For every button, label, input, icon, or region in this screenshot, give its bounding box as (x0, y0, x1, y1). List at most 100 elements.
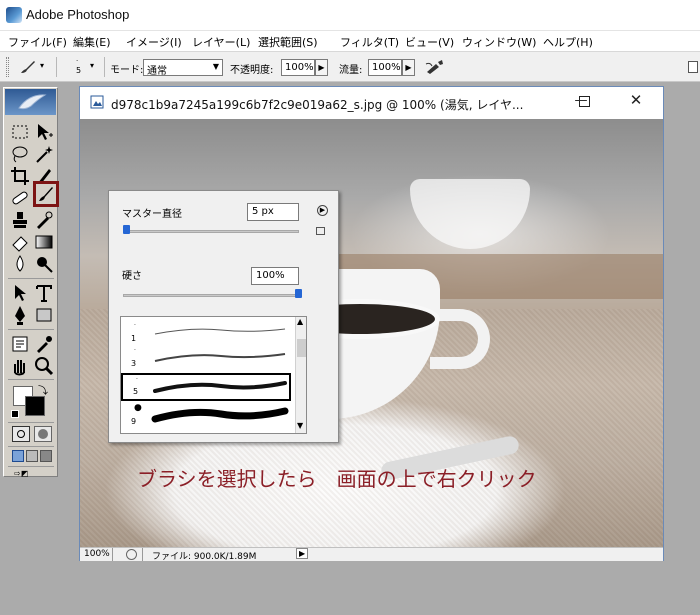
hardness-slider-track[interactable] (123, 294, 299, 297)
brush-tip-dot: · (136, 376, 138, 383)
brush-size-label: 5 (133, 387, 139, 396)
brush-preset-list: · 1 · 3 · 5 ● 9 ▲ ▼ (120, 316, 307, 434)
brush-size-label: 9 (131, 417, 137, 426)
brush-tip-dot: ● (134, 403, 142, 413)
flow-arrow-button[interactable]: ▶ (402, 59, 415, 76)
instruction-caption: ブラシを選択したら 画面の上で右クリック (137, 467, 537, 491)
app-title: Adobe Photoshop (26, 7, 130, 22)
title-bar: Adobe Photoshop (0, 0, 700, 31)
brush-size-label: 1 (131, 334, 137, 343)
scroll-down-arrow[interactable]: ▼ (297, 421, 303, 430)
full-screen-menu-mode-icon[interactable] (26, 450, 38, 462)
brush-picker-arrow[interactable]: ▾ (90, 61, 94, 70)
airbrush-icon[interactable] (424, 58, 446, 76)
scroll-up-arrow[interactable]: ▲ (297, 317, 303, 326)
standard-mode-icon[interactable] (12, 426, 30, 442)
hardness-label: 硬さ (122, 271, 142, 282)
toolbox: ⤵ ⇨◩ (3, 87, 59, 478)
hardness-input[interactable]: 100% (251, 267, 299, 285)
palette-well-icon[interactable] (688, 61, 698, 73)
notes-tool-icon[interactable] (9, 333, 31, 355)
menu-file[interactable]: ファイル(F) (8, 34, 67, 50)
diameter-slider-thumb[interactable] (123, 225, 130, 234)
eyedropper-tool-icon[interactable] (33, 333, 55, 355)
zoom-tool-icon[interactable] (33, 355, 55, 377)
maximize-button[interactable] (579, 96, 590, 107)
opacity-arrow-button[interactable]: ▶ (315, 59, 328, 76)
flow-input[interactable]: 100% (368, 59, 402, 76)
brush-tool-highlight (33, 181, 59, 207)
status-menu-arrow[interactable]: ▶ (296, 548, 309, 559)
mode-label: モード: (110, 65, 144, 76)
shape-tool-icon[interactable] (33, 304, 55, 326)
options-bar: ▾ · 5 ▾ モード: 通常 ▼ 不透明度: 100% ▶ 流量: 100% … (0, 52, 700, 82)
brush-preset-9[interactable]: ● 9 (121, 403, 291, 431)
brush-tool-preset-icon[interactable] (18, 58, 38, 76)
eraser-tool-icon[interactable] (9, 231, 31, 253)
type-tool-icon[interactable] (33, 282, 55, 304)
menu-edit[interactable]: 編集(E) (73, 34, 111, 50)
panel-menu-button[interactable]: ▶ (317, 205, 328, 216)
opacity-input[interactable]: 100% (281, 59, 315, 76)
photo-background-cup (410, 179, 530, 249)
lasso-tool-icon[interactable] (9, 143, 31, 165)
magic-wand-tool-icon[interactable] (33, 143, 55, 165)
flow-label: 流量: (339, 65, 363, 76)
jump-to-imageready-icon[interactable]: ⇨◩ (14, 469, 50, 478)
brush-preset-1[interactable]: · 1 (121, 320, 291, 348)
brush-list-scrollbar[interactable]: ▲ ▼ (295, 317, 306, 433)
brush-size-readout[interactable]: 5 (76, 66, 81, 75)
default-colors-icon[interactable] (11, 410, 19, 418)
image-document-icon (90, 95, 104, 109)
status-info-icon[interactable] (126, 549, 137, 560)
swap-colors-icon[interactable]: ⤵ (38, 382, 48, 397)
gradient-tool-icon[interactable] (33, 231, 55, 253)
dodge-tool-icon[interactable] (33, 253, 55, 275)
brush-size-dot: · (76, 57, 79, 65)
menu-window[interactable]: ウィンドウ(W) (462, 34, 536, 50)
marquee-tool-icon[interactable] (9, 121, 31, 143)
clone-stamp-tool-icon[interactable] (9, 209, 31, 231)
feather-icon (18, 94, 47, 110)
menu-bar: ファイル(F) 編集(E) イメージ(I) レイヤー(L) 選択範囲(S) フィ… (0, 31, 700, 52)
photoshop-logo-icon (6, 7, 22, 23)
brush-preset-3[interactable]: · 3 (121, 345, 291, 373)
quick-mask-mode-icon[interactable] (34, 426, 52, 442)
brush-tip-dot: · (134, 322, 136, 329)
hand-tool-icon[interactable] (9, 355, 31, 377)
pen-tool-icon[interactable] (9, 304, 31, 326)
history-brush-tool-icon[interactable] (33, 209, 55, 231)
move-tool-icon[interactable] (33, 121, 55, 143)
background-color-swatch[interactable] (25, 396, 45, 416)
standard-screen-mode-icon[interactable] (12, 450, 24, 462)
master-diameter-label: マスター直径 (122, 209, 182, 220)
menu-layer[interactable]: レイヤー(L) (192, 34, 250, 50)
mode-value: 通常 (147, 66, 167, 77)
menu-help[interactable]: ヘルプ(H) (543, 34, 593, 50)
preset-dropdown-arrow[interactable]: ▾ (40, 61, 44, 70)
menu-view[interactable]: ビュー(V) (405, 34, 454, 50)
status-bar: 100% ファイル: 900.0K/1.89M ▶ (80, 547, 663, 562)
brush-size-label: 3 (131, 359, 137, 368)
diameter-slider-track[interactable] (123, 230, 299, 233)
full-screen-mode-icon[interactable] (40, 450, 52, 462)
menu-select[interactable]: 選択範囲(S) (258, 34, 318, 50)
scroll-thumb[interactable] (297, 339, 306, 357)
menu-image[interactable]: イメージ(I) (126, 34, 182, 50)
crop-tool-icon[interactable] (9, 165, 31, 187)
zoom-level[interactable]: 100% (84, 549, 110, 559)
menu-filter[interactable]: フィルタ(T) (340, 34, 399, 50)
hardness-slider-thumb[interactable] (295, 289, 302, 298)
chevron-down-icon: ▼ (212, 62, 219, 71)
grip-handle[interactable] (6, 57, 9, 77)
toolbox-header[interactable] (5, 89, 56, 115)
brush-tip-dot: · (134, 347, 136, 354)
blur-tool-icon[interactable] (9, 253, 31, 275)
path-selection-tool-icon[interactable] (9, 282, 31, 304)
mode-select[interactable]: 通常 ▼ (143, 59, 223, 77)
close-button[interactable]: ✕ (628, 91, 644, 109)
resize-preview-icon[interactable] (316, 227, 325, 235)
brush-preset-5[interactable]: · 5 (121, 373, 291, 401)
healing-brush-tool-icon[interactable] (9, 187, 31, 209)
master-diameter-input[interactable]: 5 px (247, 203, 299, 221)
